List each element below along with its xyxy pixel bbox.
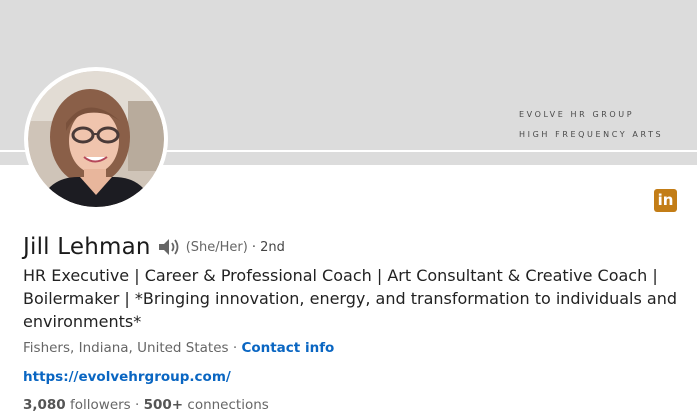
connections-count[interactable]: 500+ [144,397,184,413]
name-row: Jill Lehman (She/Her) · 2nd [23,232,285,262]
followers-label: followers [70,397,131,413]
profile-headline: HR Executive | Career & Professional Coa… [23,266,678,331]
profile-location: Fishers, Indiana, United States [23,340,229,356]
website-link[interactable]: https://evolvehrgroup.com/ [23,369,231,385]
contact-info-link[interactable]: Contact info [241,340,334,356]
profile-avatar[interactable] [24,67,168,211]
speaker-icon[interactable] [158,238,180,256]
profile-stats: 3,080 followers · 500+ connections [23,397,269,413]
location-separator: · [228,340,242,356]
stats-separator: · [130,397,144,413]
linkedin-logo-icon[interactable]: in [654,189,677,212]
followers-count: 3,080 [23,397,66,413]
connection-degree: · 2nd [251,239,285,255]
profile-pronouns: (She/Her) [185,239,248,255]
location-row: Fishers, Indiana, United States · Contac… [23,340,334,356]
banner-company-tagline: HIGH FREQUENCY ARTS [519,130,664,139]
connections-label[interactable]: connections [187,397,268,413]
banner-company-name: EVOLVE HR GROUP [519,110,635,119]
avatar-photo [28,71,164,207]
profile-name: Jill Lehman [23,234,151,260]
